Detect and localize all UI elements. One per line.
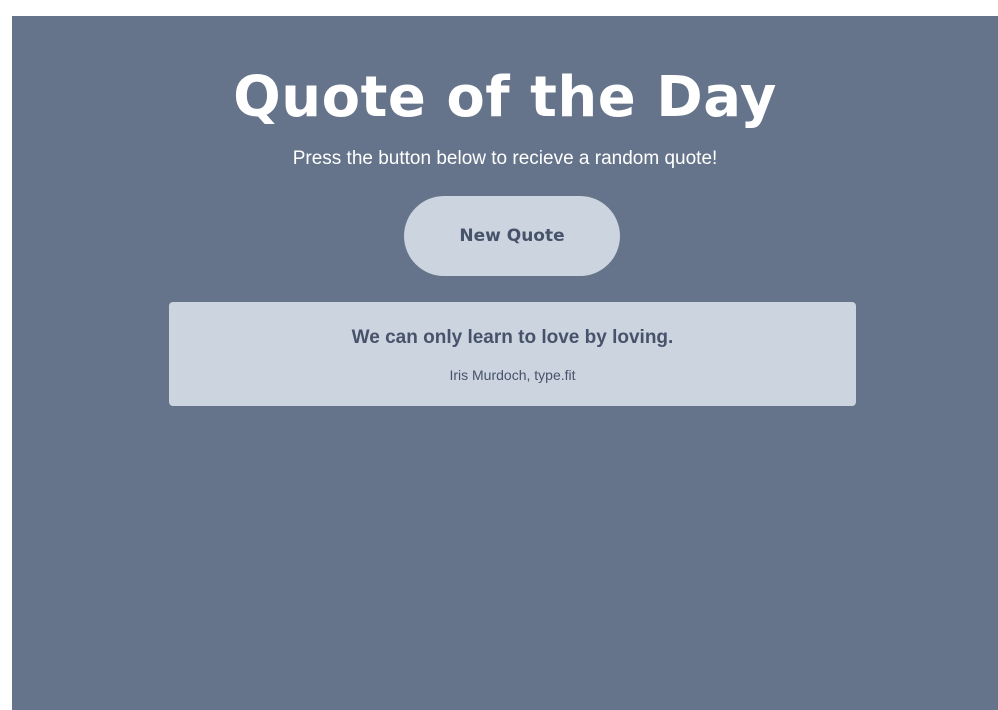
app-container: Quote of the Day Press the button below … <box>12 16 998 710</box>
quote-author: Iris Murdoch, type.fit <box>449 367 576 383</box>
new-quote-button[interactable]: New Quote <box>404 196 620 276</box>
quote-text: We can only learn to love by loving. <box>351 327 674 348</box>
page-subtitle: Press the button below to recieve a rand… <box>292 148 718 169</box>
page-title: Quote of the Day <box>233 65 777 130</box>
quote-card: We can only learn to love by loving. Iri… <box>169 302 856 406</box>
